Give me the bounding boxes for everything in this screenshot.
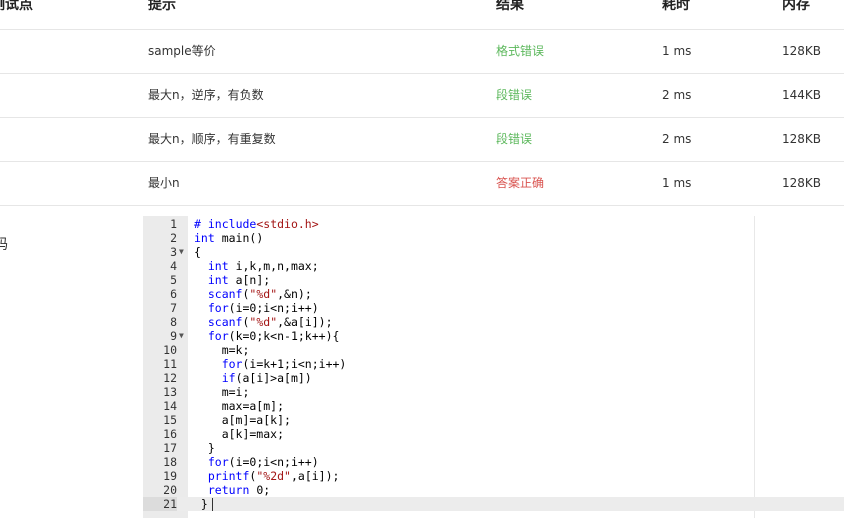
code-line[interactable]: 15 a[m]=a[k]; bbox=[143, 413, 844, 427]
test-point-time: 2 ms bbox=[662, 88, 692, 102]
table-row: 2最大n，顺序，有重复数段错误2 ms128KB bbox=[0, 118, 844, 162]
code-line[interactable]: 11 for(i=k+1;i<n;i++) bbox=[143, 357, 844, 371]
code-line[interactable]: 10 m=k; bbox=[143, 343, 844, 357]
line-number: 3 bbox=[170, 245, 177, 259]
code-text: int a[n]; bbox=[207, 273, 271, 287]
line-number: 4 bbox=[170, 259, 177, 273]
test-point-memory: 128KB bbox=[782, 44, 822, 58]
code-text: a[k]=max; bbox=[194, 427, 285, 441]
code-text: { bbox=[194, 245, 201, 259]
code-line[interactable]: 18 for(i=0;i<n;i++) bbox=[143, 455, 844, 469]
code-editor[interactable]: 1 # include<stdio.h> 2 int main() 3 ▼{4 int i… bbox=[143, 216, 844, 518]
test-point-result: 答案正确 bbox=[496, 176, 545, 190]
header-result: 结果 bbox=[496, 0, 524, 13]
code-line[interactable]: 9 ▼ for(k=0;k<n-1;k++){ bbox=[143, 329, 844, 343]
line-number: 5 bbox=[170, 273, 177, 287]
test-point-time: 1 ms bbox=[662, 44, 692, 58]
code-text: for(k=0;k<n-1;k++){ bbox=[207, 329, 340, 343]
line-number: 8 bbox=[170, 315, 177, 329]
code-text: scanf("%d",&n); bbox=[207, 287, 312, 301]
code-line[interactable]: 4 int i,k,m,n,max; bbox=[143, 259, 844, 273]
header-test-point: 测试点 bbox=[0, 0, 33, 13]
line-number: 11 bbox=[163, 357, 177, 371]
code-text: if(a[i]>a[m]) bbox=[221, 371, 312, 385]
code-line[interactable]: 8 scanf("%d",&a[i]); bbox=[143, 315, 844, 329]
code-line[interactable]: 1 # include<stdio.h> bbox=[143, 217, 844, 231]
line-number: 20 bbox=[163, 483, 177, 497]
test-point-hint: 最大n，逆序，有负数 bbox=[148, 88, 264, 102]
test-point-hint: 最大n，顺序，有重复数 bbox=[148, 132, 276, 146]
line-number: 18 bbox=[163, 455, 177, 469]
test-point-hint: sample等价 bbox=[148, 44, 216, 58]
fold-arrow-icon[interactable]: ▼ bbox=[179, 329, 184, 343]
line-number: 1 bbox=[170, 217, 177, 231]
line-number: 21 bbox=[143, 497, 177, 511]
code-line[interactable]: 7 for(i=0;i<n;i++) bbox=[143, 301, 844, 315]
table-row: 0sample等价格式错误1 ms128KB bbox=[0, 30, 844, 74]
code-text: int main() bbox=[194, 231, 264, 245]
code-line[interactable]: 16 a[k]=max; bbox=[143, 427, 844, 441]
code-line[interactable]: 19 printf("%2d",a[i]); bbox=[143, 469, 844, 483]
test-point-hint: 最小n bbox=[148, 176, 180, 190]
results-table: 测试点 提示 结果 耗时 内存 0sample等价格式错误1 ms128KB1最… bbox=[0, 0, 844, 206]
line-number: 19 bbox=[163, 469, 177, 483]
test-point-time: 2 ms bbox=[662, 132, 692, 146]
code-line[interactable]: 3 ▼ { bbox=[143, 245, 844, 259]
line-number: 14 bbox=[163, 399, 177, 413]
line-number: 15 bbox=[163, 413, 177, 427]
code-text: m=i; bbox=[194, 385, 250, 399]
code-text: m=k; bbox=[194, 343, 250, 357]
line-number: 13 bbox=[163, 385, 177, 399]
code-line[interactable]: 6 scanf("%d",&n); bbox=[143, 287, 844, 301]
code-text: } bbox=[194, 441, 215, 455]
line-number: 16 bbox=[163, 427, 177, 441]
code-text: a[m]=a[k]; bbox=[194, 413, 291, 427]
table-header: 测试点 提示 结果 耗时 内存 bbox=[0, 0, 844, 30]
line-number: 7 bbox=[170, 301, 177, 315]
test-point-memory: 128KB bbox=[782, 132, 822, 146]
fold-arrow-icon[interactable]: ▼ bbox=[179, 245, 184, 259]
code-text: } bbox=[194, 497, 213, 511]
test-point-memory: 128KB bbox=[782, 176, 822, 190]
code-line[interactable]: 17 } bbox=[143, 441, 844, 455]
line-number: 10 bbox=[163, 343, 177, 357]
text-cursor bbox=[211, 498, 213, 511]
code-lines[interactable]: 1 # include<stdio.h> 2 int main() 3 ▼{4 int i… bbox=[143, 217, 844, 511]
line-number: 6 bbox=[170, 287, 177, 301]
code-line[interactable]: 21 } bbox=[143, 497, 844, 511]
code-line[interactable]: 13 m=i; bbox=[143, 385, 844, 399]
code-line[interactable]: 12 if(a[i]>a[m]) bbox=[143, 371, 844, 385]
code-section-label: 码 bbox=[0, 237, 8, 253]
code-line[interactable]: 5 int a[n]; bbox=[143, 273, 844, 287]
code-text: return 0; bbox=[207, 483, 271, 497]
test-point-result: 段错误 bbox=[496, 132, 533, 146]
code-text: # include<stdio.h> bbox=[194, 217, 319, 231]
code-line[interactable]: 14 max=a[m]; bbox=[143, 399, 844, 413]
test-point-time: 1 ms bbox=[662, 176, 692, 190]
table-row: 3最小n答案正确1 ms128KB bbox=[0, 162, 844, 206]
code-line[interactable]: 2 int main() bbox=[143, 231, 844, 245]
line-number: 9 bbox=[170, 329, 177, 343]
code-text: printf("%2d",a[i]); bbox=[207, 469, 340, 483]
code-text: for(i=0;i<n;i++) bbox=[207, 301, 319, 315]
code-text: scanf("%d",&a[i]); bbox=[207, 315, 333, 329]
test-point-memory: 144KB bbox=[782, 88, 822, 102]
code-line[interactable]: 20 return 0; bbox=[143, 483, 844, 497]
code-text: int i,k,m,n,max; bbox=[207, 259, 319, 273]
code-text: for(i=k+1;i<n;i++) bbox=[221, 357, 347, 371]
line-number: 17 bbox=[163, 441, 177, 455]
table-row: 1最大n，逆序，有负数段错误2 ms144KB bbox=[0, 74, 844, 118]
header-memory: 内存 bbox=[782, 0, 810, 13]
line-number: 12 bbox=[163, 371, 177, 385]
code-text: max=a[m]; bbox=[194, 399, 285, 413]
test-point-result: 段错误 bbox=[496, 88, 533, 102]
header-time: 耗时 bbox=[662, 0, 690, 13]
header-hint: 提示 bbox=[148, 0, 176, 13]
code-text: for(i=0;i<n;i++) bbox=[207, 455, 319, 469]
line-number: 2 bbox=[170, 231, 177, 245]
test-point-result: 格式错误 bbox=[496, 44, 545, 58]
